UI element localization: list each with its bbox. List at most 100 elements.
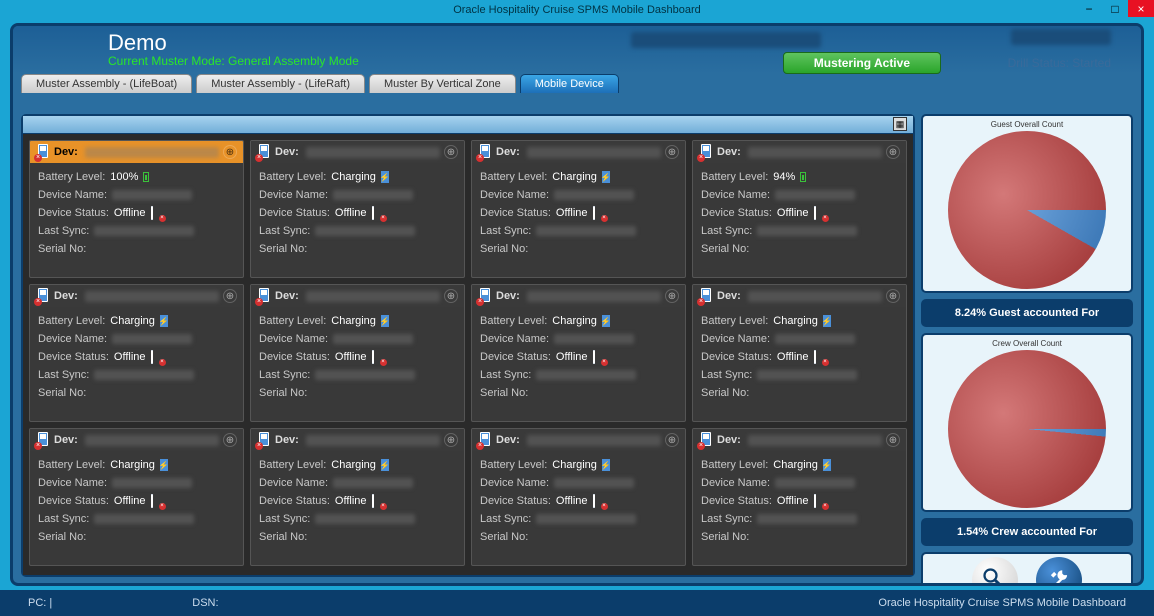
device-card[interactable]: ×Dev:⊕Battery Level:ChargingDevice Name:… <box>29 284 244 422</box>
device-status-value: Offline <box>114 495 146 507</box>
device-id-label: Dev: <box>275 146 299 158</box>
device-status-value: Offline <box>335 351 367 363</box>
device-status-value: Offline <box>556 207 588 219</box>
device-card-body: Battery Level:ChargingDevice Name:Device… <box>472 163 685 263</box>
expand-card-button[interactable]: ⊕ <box>444 145 458 159</box>
tab-muster-assembly-liferaft-[interactable]: Muster Assembly - (LifeRaft) <box>196 74 365 93</box>
device-name-label: Device Name: <box>259 189 328 201</box>
tab-muster-by-vertical-zone[interactable]: Muster By Vertical Zone <box>369 74 516 93</box>
device-card[interactable]: × Dev: ⊕ Battery Level:ChargingDevice Name:… <box>250 140 465 278</box>
device-card-header[interactable]: ×Dev:⊕ <box>30 429 243 451</box>
device-card[interactable]: ×Dev:⊕Battery Level:ChargingDevice Name:… <box>250 428 465 566</box>
charging-icon <box>160 459 168 471</box>
window-maximize[interactable]: □ <box>1102 0 1128 17</box>
expand-card-button[interactable]: ⊕ <box>665 289 679 303</box>
device-card[interactable]: ×Dev:⊕Battery Level:ChargingDevice Name:… <box>692 428 907 566</box>
device-card[interactable]: ×Dev:⊕Battery Level:ChargingDevice Name:… <box>471 428 686 566</box>
crew-stat-bar: 1.54% Crew accounted For <box>921 518 1133 546</box>
battery-value: Charging <box>773 459 818 471</box>
last-sync-value-redacted <box>536 514 636 524</box>
window-close[interactable]: × <box>1128 0 1154 17</box>
expand-card-button[interactable]: ⊕ <box>223 145 237 159</box>
last-sync-value-redacted <box>94 370 194 380</box>
device-card-header[interactable]: ×Dev:⊕ <box>251 285 464 307</box>
device-panel-header: ▦ <box>23 116 913 134</box>
device-offline-icon: × <box>478 144 492 160</box>
device-card-header[interactable]: × Dev: ⊕ <box>472 285 685 307</box>
device-card[interactable]: ×Dev:⊕Battery Level:ChargingDevice Name:… <box>29 428 244 566</box>
device-card-header[interactable]: ×Dev:⊕ <box>693 429 906 451</box>
device-card-header[interactable]: ×Dev:⊕ <box>693 141 906 163</box>
battery-icon <box>143 172 149 182</box>
last-sync-label: Last Sync: <box>480 225 531 237</box>
device-name-value-redacted <box>112 334 192 344</box>
device-card-header[interactable]: ×Dev:⊕ <box>30 285 243 307</box>
footer-dsn: DSN: <box>192 597 218 609</box>
device-status-label: Device Status: <box>480 351 551 363</box>
device-id-value-redacted <box>306 435 440 446</box>
device-card-header[interactable]: ×Dev:⊕ <box>472 141 685 163</box>
device-offline-icon: × <box>36 432 50 448</box>
tab-mobile-device[interactable]: Mobile Device <box>520 74 619 93</box>
last-sync-value-redacted <box>94 514 194 524</box>
tools-button[interactable] <box>1036 557 1082 586</box>
tab-muster-assembly-lifeboat-[interactable]: Muster Assembly - (LifeBoat) <box>21 74 192 93</box>
search-passengers-button[interactable] <box>972 557 1018 586</box>
device-card[interactable]: ×Dev:⊕Battery Level:100%Device Name:Devi… <box>29 140 244 278</box>
device-name-label: Device Name: <box>38 477 107 489</box>
device-card-header[interactable]: ×Dev:⊕ <box>251 141 464 163</box>
expand-card-button[interactable]: ⊕ <box>886 145 900 159</box>
device-card-header[interactable]: ×Dev:⊕ <box>30 141 243 163</box>
device-id-value-redacted <box>748 291 882 302</box>
status-offline-icon: × <box>593 207 606 220</box>
last-sync-label: Last Sync: <box>259 369 310 381</box>
serial-label: Serial No: <box>38 243 86 255</box>
expand-card-button[interactable]: ⊕ <box>444 289 458 303</box>
battery-value: Charging <box>110 459 155 471</box>
charging-icon <box>823 459 831 471</box>
device-status-value: Offline <box>777 351 809 363</box>
serial-label: Serial No: <box>38 387 86 399</box>
device-status-value: Offline <box>777 207 809 219</box>
grid-view-button[interactable]: ▦ <box>893 117 907 131</box>
device-name-label: Device Name: <box>259 477 328 489</box>
expand-card-button[interactable]: ⊕ <box>223 433 237 447</box>
device-status-value: Offline <box>335 495 367 507</box>
footer-pc: PC: | <box>28 597 52 609</box>
status-offline-icon: × <box>593 351 606 364</box>
device-id-label: Dev: <box>717 146 741 158</box>
expand-card-button[interactable]: ⊕ <box>886 433 900 447</box>
serial-label: Serial No: <box>259 387 307 399</box>
device-id-label: Dev: <box>496 290 520 302</box>
device-card[interactable]: ×Dev:⊕Battery Level:ChargingDevice Name:… <box>471 140 686 278</box>
expand-card-button[interactable]: ⊕ <box>665 433 679 447</box>
device-card-body: Battery Level:ChargingDevice Name:Device… <box>693 307 906 407</box>
device-card-body: Battery Level:ChargingDevice Name:Device… <box>251 163 464 263</box>
device-card[interactable]: ×Dev:⊕Battery Level:ChargingDevice Name:… <box>692 284 907 422</box>
device-name-label: Device Name: <box>701 189 770 201</box>
device-offline-icon: × <box>478 288 492 304</box>
device-card-header[interactable]: ×Dev:⊕ <box>472 429 685 451</box>
status-offline-icon: × <box>372 207 385 220</box>
expand-card-button[interactable]: ⊕ <box>444 433 458 447</box>
window-minimize[interactable]: − <box>1076 0 1102 17</box>
device-status-value: Offline <box>335 207 367 219</box>
device-id-label: Dev: <box>54 146 78 158</box>
device-name-value-redacted <box>333 334 413 344</box>
device-card-header[interactable]: ×Dev:⊕ <box>693 285 906 307</box>
device-id-value-redacted <box>527 435 661 446</box>
battery-label: Battery Level: <box>259 459 326 471</box>
device-grid[interactable]: ×Dev:⊕Battery Level:100%Device Name:Devi… <box>23 134 913 575</box>
device-card[interactable]: ×Dev:⊕Battery Level:94%Device Name:Devic… <box>692 140 907 278</box>
device-card[interactable]: ×Dev:⊕Battery Level:ChargingDevice Name:… <box>471 284 686 422</box>
expand-card-button[interactable]: ⊕ <box>886 289 900 303</box>
expand-card-button[interactable]: ⊕ <box>665 145 679 159</box>
status-offline-icon: × <box>151 351 164 364</box>
device-id-label: Dev: <box>717 434 741 446</box>
device-offline-icon: × <box>478 432 492 448</box>
device-name-value-redacted <box>554 478 634 488</box>
device-name-label: Device Name: <box>480 477 549 489</box>
device-card-header[interactable]: ×Dev:⊕ <box>251 429 464 451</box>
device-card[interactable]: ×Dev:⊕Battery Level:ChargingDevice Name:… <box>250 284 465 422</box>
expand-card-button[interactable]: ⊕ <box>223 289 237 303</box>
